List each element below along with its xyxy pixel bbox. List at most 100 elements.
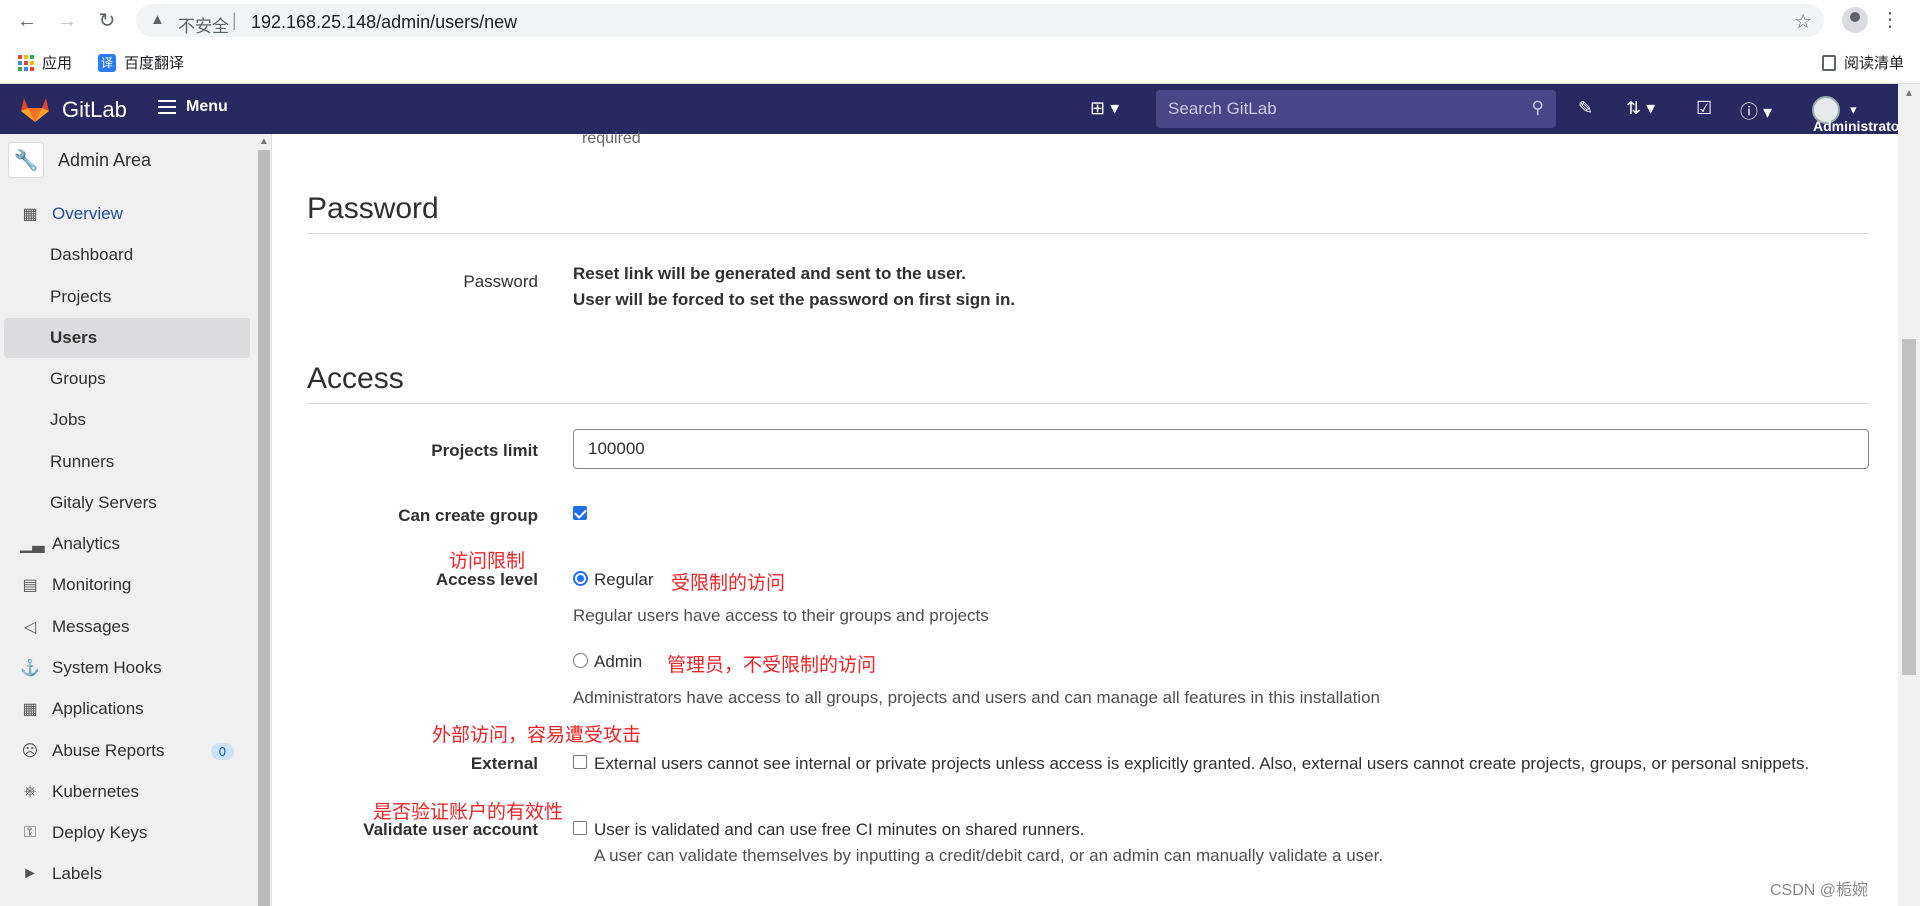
context-title: Admin Area <box>58 149 152 170</box>
access-level-regular-radio[interactable] <box>573 571 588 586</box>
menu-button[interactable]: Menu <box>158 98 228 116</box>
projects-limit-label: Projects limit <box>431 441 538 460</box>
browser-menu-icon[interactable]: ⋮ <box>1880 7 1900 32</box>
url-text[interactable]: 192.168.25.148/admin/users/new <box>251 12 517 33</box>
page-scrollbar[interactable]: ▲ <box>1898 84 1920 906</box>
sidebar-item-labels[interactable]: ► Labels <box>4 854 250 894</box>
user-name-label: Administrato <box>1813 118 1900 134</box>
bullhorn-icon: ◁ <box>23 619 37 636</box>
can-create-group-checkbox[interactable] <box>573 506 587 520</box>
scroll-up-arrow-icon[interactable]: ▲ <box>1904 88 1914 99</box>
merge-requests-icon[interactable]: ⇅ ▾ <box>1626 98 1655 119</box>
chevron-down-icon[interactable]: ▾ <box>1850 102 1857 118</box>
sidebar-item-runners[interactable]: Runners <box>4 442 250 482</box>
applications-icon: ▦ <box>22 701 38 718</box>
reading-list[interactable]: 阅读清单 <box>1821 52 1904 73</box>
bookmark-apps[interactable]: 应用 <box>18 52 72 73</box>
annotation-regular: 受限制的访问 <box>671 573 786 594</box>
page-scrollbar-thumb[interactable] <box>1902 339 1916 675</box>
sidebar-item-monitoring[interactable]: ▤ Monitoring <box>4 565 250 605</box>
section-divider <box>307 403 1869 404</box>
grid-icon: ▦ <box>22 206 38 223</box>
can-create-group-label: Can create group <box>398 506 538 525</box>
kubernetes-icon: ⎈ <box>23 783 37 800</box>
brand-name[interactable]: GitLab <box>62 97 127 123</box>
password-label: Password <box>463 272 538 291</box>
sidebar-item-deploy-keys[interactable]: ⚿ Deploy Keys <box>4 813 250 853</box>
sidebar-item-label: Gitaly Servers <box>50 493 157 512</box>
sidebar-item-label: Runners <box>50 452 115 471</box>
sidebar-item-jobs[interactable]: Jobs <box>4 400 250 440</box>
sidebar-item-applications[interactable]: ▦ Applications <box>4 689 250 729</box>
hamburger-icon <box>158 100 176 114</box>
sidebar-item-gitaly-servers[interactable]: Gitaly Servers <box>4 483 250 523</box>
projects-limit-input[interactable] <box>573 429 1869 469</box>
count-badge: 0 <box>210 742 234 760</box>
new-item-dropdown-icon[interactable]: ⊞ ▾ <box>1090 98 1119 119</box>
admin-option-label[interactable]: Admin <box>594 652 642 672</box>
admin-help-text: Administrators have access to all groups… <box>573 688 1380 707</box>
translate-icon: 译 <box>98 53 116 72</box>
sidebar-item-label: Groups <box>50 369 106 388</box>
address-bar[interactable]: ▲ 不安全 | 192.168.25.148/admin/users/new ☆ <box>136 4 1824 37</box>
sidebar-scrollbar-thumb[interactable] <box>258 150 270 906</box>
insecure-label: 不安全 <box>178 17 229 36</box>
validate-help-text-2: A user can validate themselves by inputt… <box>594 846 1384 865</box>
todos-icon[interactable]: ☑ <box>1696 98 1712 119</box>
access-level-admin-radio[interactable] <box>573 653 588 668</box>
search-input[interactable] <box>1156 90 1556 128</box>
monitor-icon: ▤ <box>22 577 38 594</box>
reading-list-icon <box>1821 54 1836 71</box>
sidebar-item-system-hooks[interactable]: ⚓ System Hooks <box>4 648 250 688</box>
admin-sidebar: 🔧 Admin Area ▦ Overview Dashboard Projec… <box>0 134 272 906</box>
scroll-up-arrow-icon[interactable]: ▲ <box>259 136 269 147</box>
sidebar-item-users[interactable]: Users <box>4 318 250 358</box>
external-label: External <box>470 754 538 773</box>
bookmark-baidu-fanyi[interactable]: 译 百度翻译 <box>98 52 184 73</box>
external-checkbox[interactable] <box>573 755 587 769</box>
browser-profile-icon[interactable] <box>1842 7 1868 33</box>
bookmarks-bar: 应用 译 百度翻译 阅读清单 <box>0 42 1920 84</box>
bookmark-star-icon[interactable]: ☆ <box>1794 9 1812 34</box>
gitlab-logo-icon[interactable] <box>20 96 50 122</box>
sidebar-item-kubernetes[interactable]: ⎈ Kubernetes <box>4 772 250 812</box>
sidebar-item-overview[interactable]: ▦ Overview <box>4 194 250 234</box>
back-arrow-icon[interactable]: ← <box>14 8 40 34</box>
sidebar-item-label: Abuse Reports <box>52 741 165 760</box>
validate-user-checkbox[interactable] <box>573 821 587 835</box>
label-icon: ► <box>22 865 38 882</box>
menu-label: Menu <box>186 98 228 115</box>
sidebar-item-abuse-reports[interactable]: ☹ Abuse Reports 0 <box>4 731 250 771</box>
hook-icon: ⚓ <box>20 660 40 677</box>
gitlab-header: GitLab Menu ⊞ ▾ ⚲ ✎ ⇅ ▾ ☑ ⓘ ▾ ▾ Administ… <box>0 84 1920 134</box>
sidebar-item-label: System Hooks <box>52 658 162 677</box>
sidebar-item-dashboard[interactable]: Dashboard <box>4 235 250 275</box>
sidebar-item-analytics[interactable]: ▁▃ Analytics <box>4 524 250 564</box>
key-icon: ⚿ <box>23 824 37 841</box>
access-level-label: Access level <box>435 570 538 589</box>
forward-arrow-icon[interactable]: → <box>54 8 80 34</box>
sidebar-item-label: Overview <box>52 204 123 223</box>
sad-face-icon: ☹ <box>21 743 39 760</box>
external-help-text: External users cannot see internal or pr… <box>594 754 1810 773</box>
sidebar-item-label: Labels <box>52 864 103 883</box>
regular-option-label[interactable]: Regular <box>594 570 654 590</box>
required-hint: required <box>582 130 641 147</box>
section-divider <box>307 233 1869 234</box>
sidebar-context-header[interactable]: 🔧 Admin Area <box>8 142 151 178</box>
search-icon: ⚲ <box>1531 98 1544 117</box>
annotation-access-limit: 访问限制 <box>449 551 526 572</box>
issues-icon[interactable]: ✎ <box>1578 98 1593 119</box>
section-title-access: Access <box>307 362 404 395</box>
help-icon[interactable]: ⓘ ▾ <box>1740 98 1772 124</box>
search-box[interactable]: ⚲ <box>1156 90 1556 128</box>
reload-icon[interactable]: ↻ <box>94 8 120 34</box>
sidebar-item-groups[interactable]: Groups <box>4 359 250 399</box>
chart-icon: ▁▃ <box>20 536 45 553</box>
separator: | <box>232 10 237 30</box>
csdn-watermark: CSDN @栀婉 <box>1769 882 1868 899</box>
sidebar-item-projects[interactable]: Projects <box>4 277 250 317</box>
wrench-icon: 🔧 <box>8 142 44 178</box>
reading-list-label: 阅读清单 <box>1843 55 1904 72</box>
sidebar-item-messages[interactable]: ◁ Messages <box>4 607 250 647</box>
